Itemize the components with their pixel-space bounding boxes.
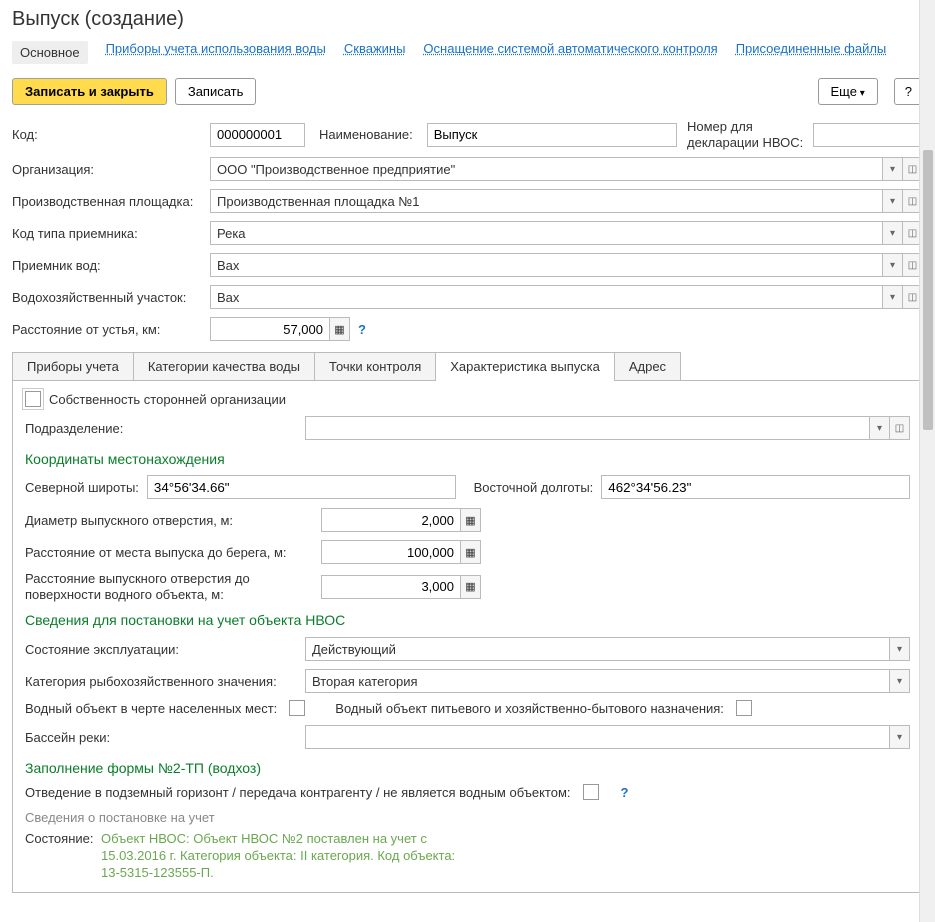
nvos-title: Сведения для постановки на учет объекта … <box>25 612 910 628</box>
drink-label: Водный объект питьевого и хозяйственно-б… <box>335 701 724 716</box>
site-dropdown-btn[interactable]: ▾ <box>883 189 903 213</box>
shore-input[interactable] <box>321 540 461 564</box>
surf-calc-btn[interactable]: ▦ <box>461 575 481 599</box>
tab-char[interactable]: Характеристика выпуска <box>435 352 615 380</box>
wh-area-select[interactable]: Вах <box>210 285 883 309</box>
tab-quality[interactable]: Категории качества воды <box>133 352 315 380</box>
scrollbar[interactable] <box>919 0 935 922</box>
discharge-label: Отведение в подземный горизонт / передач… <box>25 785 571 800</box>
wh-area-label: Водохозяйственный участок: <box>12 290 210 305</box>
basin-select[interactable] <box>305 725 890 749</box>
fish-dropdown-btn[interactable]: ▾ <box>890 669 910 693</box>
own-checkbox[interactable] <box>25 391 41 407</box>
nav-tab-meters[interactable]: Приборы учета использования воды <box>106 41 326 64</box>
decl-label: Номер для декларации НВОС: <box>687 119 807 150</box>
surf-label: Расстояние выпускного отверстия до повер… <box>25 571 321 602</box>
site-label: Производственная площадка: <box>12 194 210 209</box>
state-label: Состояние эксплуатации: <box>25 642 305 657</box>
diam-calc-btn[interactable]: ▦ <box>461 508 481 532</box>
shore-label: Расстояние от места выпуска до берега, м… <box>25 545 321 560</box>
nav-tab-files[interactable]: Присоединенные файлы <box>736 41 887 64</box>
lat-input[interactable] <box>147 475 456 499</box>
recv-type-label: Код типа приемника: <box>12 226 210 241</box>
dept-open-btn[interactable]: ◫ <box>890 416 910 440</box>
tab-content: Собственность сторонней организации Подр… <box>12 381 923 893</box>
lon-input[interactable] <box>601 475 910 499</box>
wh-area-dropdown-btn[interactable]: ▾ <box>883 285 903 309</box>
dist-input[interactable] <box>210 317 330 341</box>
nav-tab-wells[interactable]: Скважины <box>344 41 406 64</box>
state-select[interactable]: Действующий <box>305 637 890 661</box>
lat-label: Северной широты: <box>25 480 139 495</box>
basin-dropdown-btn[interactable]: ▾ <box>890 725 910 749</box>
dept-dropdown-btn[interactable]: ▾ <box>870 416 890 440</box>
more-button[interactable]: Еще <box>818 78 878 105</box>
recv-type-select[interactable]: Река <box>210 221 883 245</box>
code-label: Код: <box>12 127 210 142</box>
name-input[interactable] <box>427 123 677 147</box>
decl-input[interactable] <box>813 123 923 147</box>
reg-title: Сведения о постановке на учет <box>25 810 910 825</box>
scrollbar-thumb[interactable] <box>923 150 933 430</box>
nav-tab-auto[interactable]: Оснащение системой автоматического контр… <box>423 41 717 64</box>
tab-meters[interactable]: Приборы учета <box>12 352 134 380</box>
fish-label: Категория рыбохозяйственного значения: <box>25 674 305 689</box>
dist-calc-btn[interactable]: ▦ <box>330 317 350 341</box>
org-dropdown-btn[interactable]: ▾ <box>883 157 903 181</box>
save-button[interactable]: Записать <box>175 78 257 105</box>
discharge-help-icon[interactable]: ? <box>621 785 629 800</box>
diam-input[interactable] <box>321 508 461 532</box>
status-text: Объект НВОС: Объект НВОС №2 поставлен на… <box>101 831 471 882</box>
org-label: Организация: <box>12 162 210 177</box>
inner-tabs: Приборы учета Категории качества воды То… <box>12 352 923 381</box>
surf-input[interactable] <box>321 575 461 599</box>
fish-select[interactable]: Вторая категория <box>305 669 890 693</box>
recv-select[interactable]: Вах <box>210 253 883 277</box>
code-input[interactable] <box>210 123 305 147</box>
page-title: Выпуск (создание) <box>12 8 923 31</box>
site-select[interactable]: Производственная площадка №1 <box>210 189 883 213</box>
form-title: Заполнение формы №2-ТП (водхоз) <box>25 760 910 776</box>
recv-label: Приемник вод: <box>12 258 210 273</box>
diam-label: Диаметр выпускного отверстия, м: <box>25 513 321 528</box>
dept-label: Подразделение: <box>25 421 305 436</box>
discharge-checkbox[interactable] <box>583 784 599 800</box>
name-label: Наименование: <box>319 127 413 142</box>
tab-control[interactable]: Точки контроля <box>314 352 436 380</box>
coord-title: Координаты местонахождения <box>25 451 910 467</box>
lon-label: Восточной долготы: <box>474 480 594 495</box>
dept-select[interactable] <box>305 416 870 440</box>
urban-checkbox[interactable] <box>289 700 305 716</box>
drink-checkbox[interactable] <box>736 700 752 716</box>
recv-dropdown-btn[interactable]: ▾ <box>883 253 903 277</box>
tab-address[interactable]: Адрес <box>614 352 681 380</box>
org-select[interactable]: ООО "Производственное предприятие" <box>210 157 883 181</box>
nav-tab-main[interactable]: Основное <box>12 41 88 64</box>
help-icon[interactable]: ? <box>358 322 366 337</box>
status-label: Состояние: <box>25 831 101 846</box>
own-label: Собственность сторонней организации <box>49 392 286 407</box>
shore-calc-btn[interactable]: ▦ <box>461 540 481 564</box>
urban-label: Водный объект в черте населенных мест: <box>25 701 277 716</box>
dist-label: Расстояние от устья, км: <box>12 322 210 337</box>
recv-type-dropdown-btn[interactable]: ▾ <box>883 221 903 245</box>
nav-tabs: Основное Приборы учета использования вод… <box>12 41 923 64</box>
state-dropdown-btn[interactable]: ▾ <box>890 637 910 661</box>
save-close-button[interactable]: Записать и закрыть <box>12 78 167 105</box>
toolbar: Записать и закрыть Записать Еще ? <box>12 78 923 105</box>
basin-label: Бассейн реки: <box>25 730 305 745</box>
